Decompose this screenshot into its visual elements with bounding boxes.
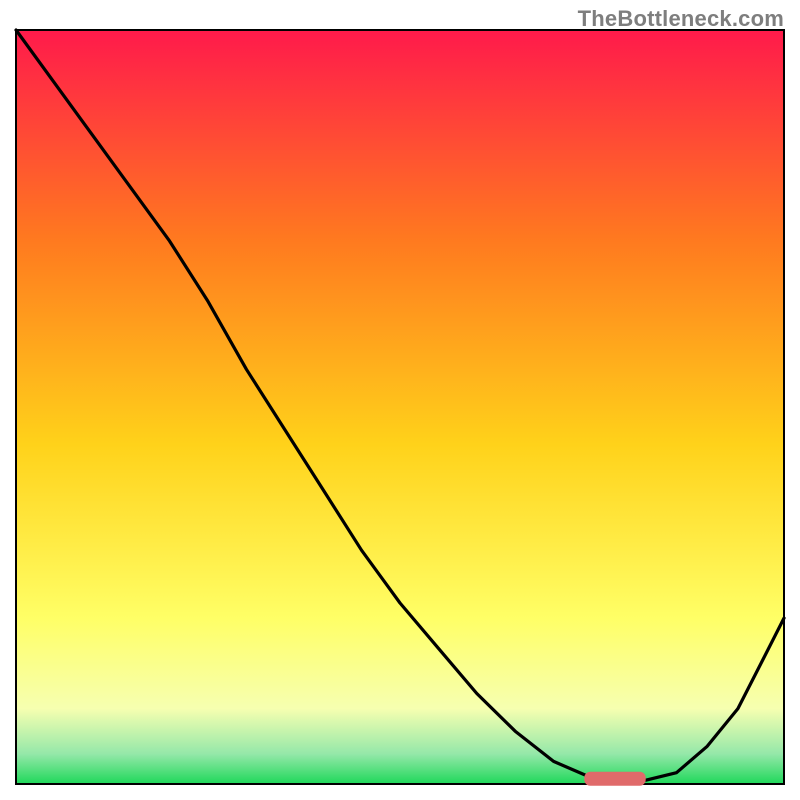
bottleneck-chart: [0, 0, 800, 800]
plot-background: [16, 30, 784, 784]
optimal-marker: [584, 772, 645, 786]
watermark-label: TheBottleneck.com: [578, 6, 784, 32]
